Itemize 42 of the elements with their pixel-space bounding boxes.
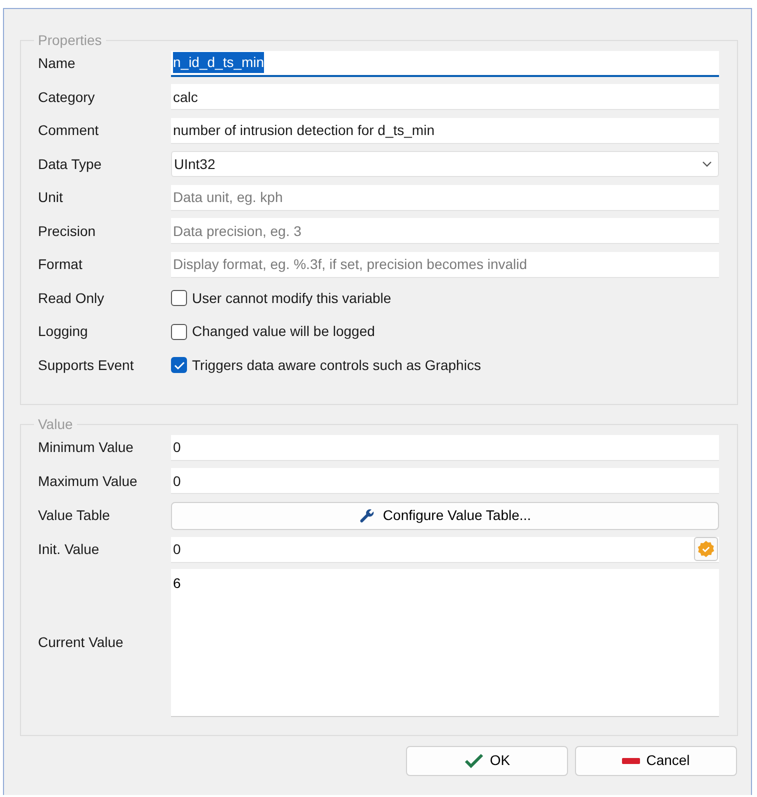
field-label: Read Only: [38, 288, 106, 308]
text-field[interactable]: calc: [171, 84, 719, 110]
text-field[interactable]: Display format, eg. %.3f, if set, precision becomes invalid: [171, 252, 719, 278]
configure-button[interactable]: Configure Value Table...: [171, 502, 719, 530]
field-label: Category: [38, 88, 96, 107]
field-label: Name: [38, 54, 76, 74]
text-area[interactable]: 6: [171, 568, 719, 716]
checkbox-label: User cannot modify this variable: [192, 288, 392, 308]
field-label: Init. Value: [38, 540, 100, 560]
checkbox[interactable]: [171, 357, 187, 374]
field-label: Minimum Value: [38, 438, 134, 458]
chevron-down-icon: [702, 161, 712, 168]
check-icon: [174, 360, 184, 370]
text-field[interactable]: n_id_d_ts_min: [171, 50, 719, 77]
text-field[interactable]: 0: [171, 536, 719, 563]
ok-button[interactable]: OK: [406, 746, 568, 776]
checkbox[interactable]: [171, 290, 187, 306]
field-label: Precision: [38, 222, 97, 241]
text-field[interactable]: Data unit, eg. kph: [171, 184, 719, 211]
group-title: Properties: [37, 33, 103, 47]
text-field[interactable]: number of intrusion detection for d_ts_min: [171, 118, 719, 144]
field-label: Unit: [38, 188, 64, 208]
group-title: Value: [37, 417, 74, 431]
checkbox-label: Triggers data aware controls such as Graphics: [192, 356, 481, 375]
field-label: Format: [38, 255, 84, 274]
cancel-button[interactable]: Cancel: [575, 746, 737, 776]
field-label: Supports Event: [38, 356, 135, 375]
minus-icon: [622, 758, 640, 764]
text-field[interactable]: 0: [171, 434, 719, 461]
field-label: Maximum Value: [38, 472, 138, 491]
field-label: Logging: [38, 322, 89, 342]
text-field[interactable]: Data precision, eg. 3: [171, 218, 719, 244]
field-label: Data Type: [38, 154, 103, 174]
field-label: Value Table: [38, 506, 111, 525]
field-label: Comment: [38, 121, 100, 140]
dropdown-field[interactable]: UInt32: [171, 151, 719, 178]
checkbox-label: Changed value will be logged: [192, 322, 375, 342]
text-field[interactable]: 0: [171, 468, 719, 494]
checkbox[interactable]: [171, 324, 187, 340]
checkmark-icon: [464, 752, 484, 768]
field-label: Current Value: [38, 633, 124, 652]
wrench-icon: [358, 508, 375, 524]
